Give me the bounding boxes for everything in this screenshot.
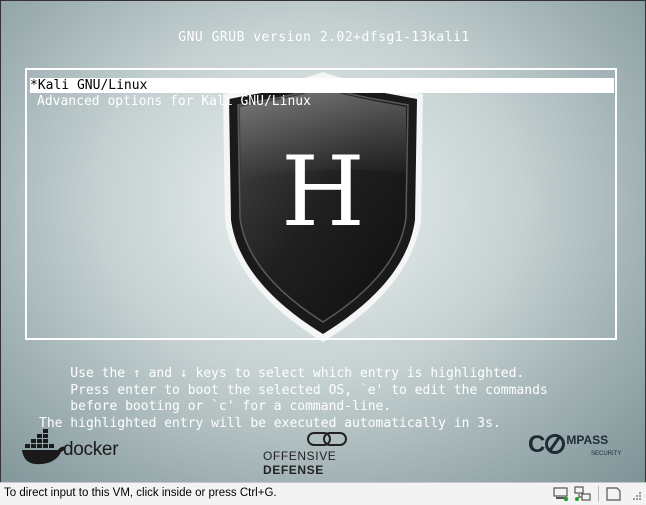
chain-link-icon	[307, 432, 347, 446]
compass-o-icon	[545, 434, 566, 454]
vm-display[interactable]: GNU GRUB version 2.02+dfsg1-13kali1 H *K…	[0, 0, 646, 484]
grub-title: GNU GRUB version 2.02+dfsg1-13kali1	[178, 30, 470, 45]
message-icon[interactable]	[604, 486, 622, 502]
status-divider	[598, 486, 599, 502]
vm-status-bar: To direct input to this VM, click inside…	[0, 482, 646, 505]
compass-security-subtext: SECURITY	[591, 451, 622, 457]
resize-grip-icon[interactable]	[630, 486, 642, 502]
grub-help-text: Use the ↑ and ↓ keys to select which ent…	[39, 366, 548, 431]
menu-entry-kali[interactable]: *Kali GNU/Linux	[30, 78, 614, 93]
menu-entry-advanced-options[interactable]: Advanced options for Kali GNU/Linux	[37, 94, 311, 109]
usb-devices-icon[interactable]	[574, 486, 592, 502]
offensive-defense-logo: OFFENSIVE DEFENSE	[263, 449, 337, 477]
docker-logo-text: docker	[63, 439, 119, 460]
status-hint-text: To direct input to this VM, click inside…	[4, 487, 277, 499]
boot-menu: *Kali GNU/Linux Advanced options for Kal…	[25, 68, 617, 340]
network-adapter-icon[interactable]	[552, 486, 570, 502]
